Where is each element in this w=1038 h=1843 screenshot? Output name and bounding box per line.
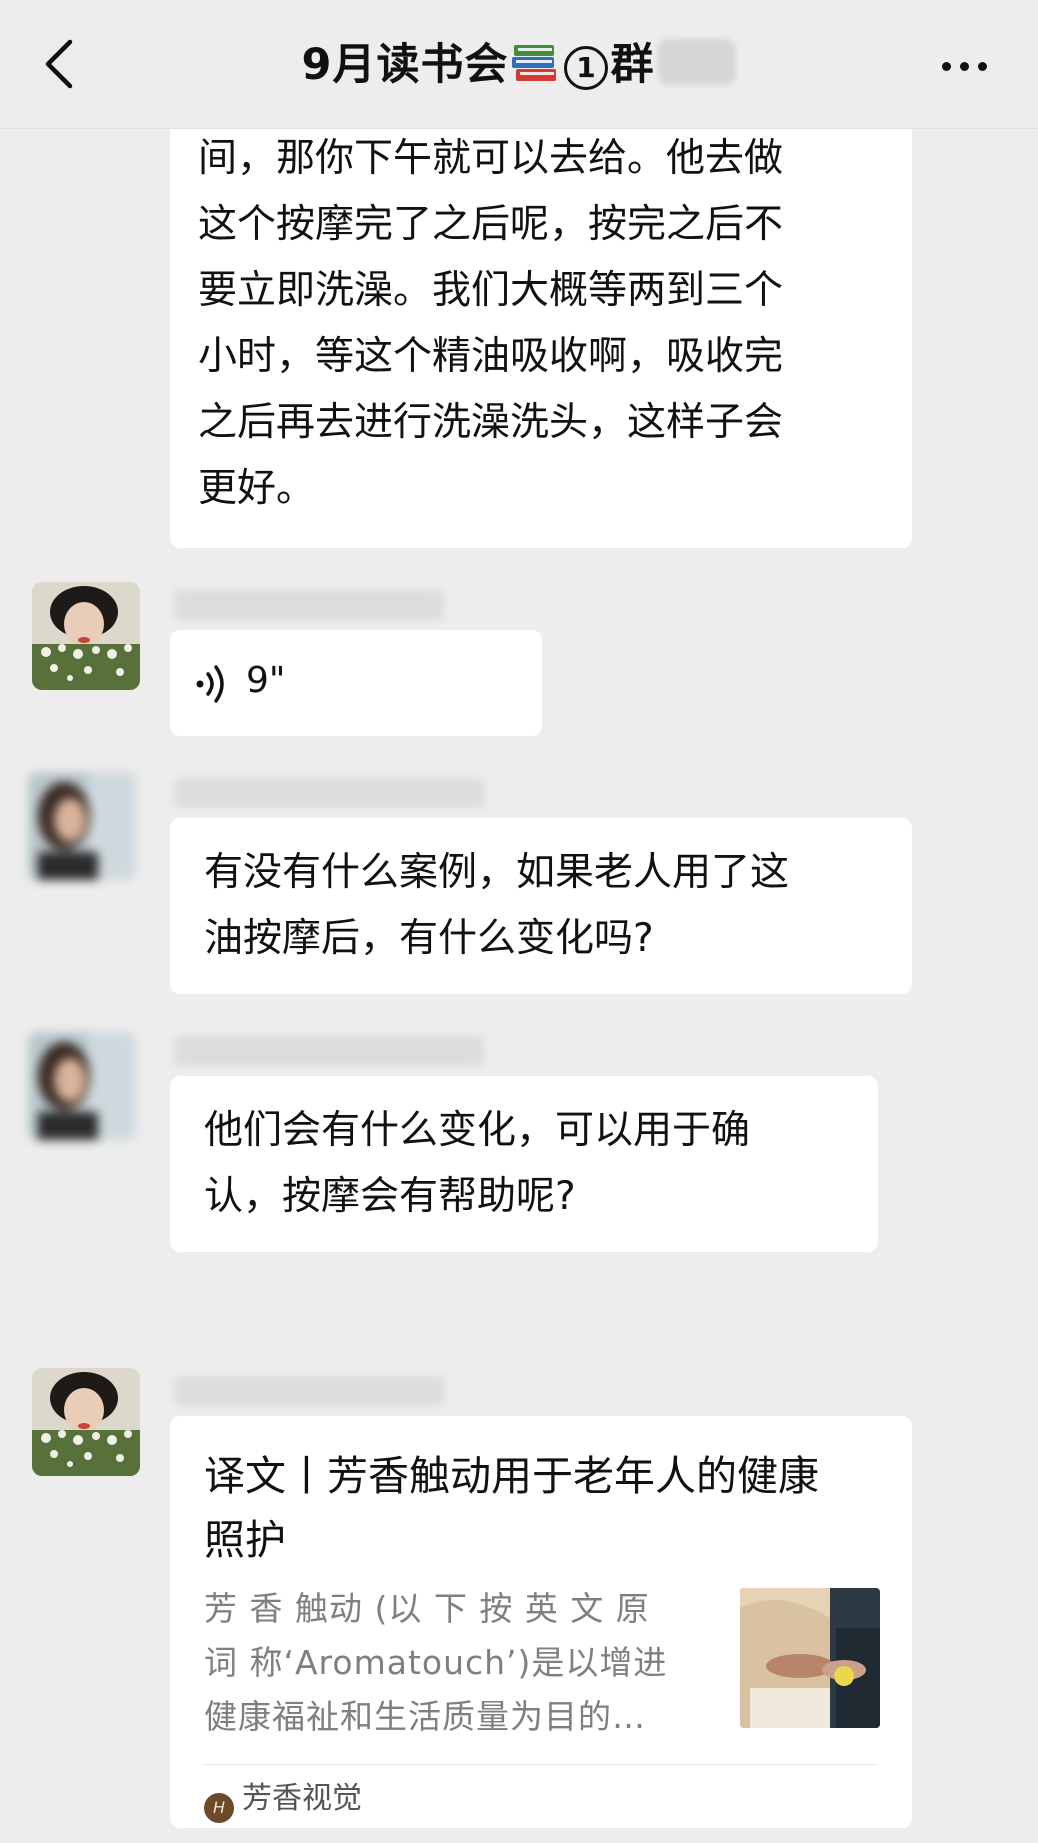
chat-title-suffix: 群 [610, 40, 655, 90]
nickname-blurred [174, 590, 444, 620]
message-line: 之后再去进行洗澡洗头，这样子会 [198, 400, 784, 445]
chat-title: 9月读书会 1群 [0, 30, 1038, 96]
voice-message[interactable]: 9" [170, 630, 542, 736]
nickname-blurred [174, 1036, 484, 1066]
card-source: H 芳香视觉 [204, 1772, 362, 1826]
message-line: 他们会有什么变化，可以用于确 [204, 1108, 751, 1153]
message-line: 这个按摩完了之后呢，按完之后不 [198, 202, 784, 247]
nickname-blurred [174, 778, 484, 808]
message-line: 更好。 [198, 466, 316, 511]
card-desc-line: 词 称‘Aromatouch’)是以增进 [204, 1643, 668, 1682]
message-line: 间，那你下午就可以去给。他去做 [198, 136, 784, 181]
message-line: 要立即洗澡。我们大概等两到三个 [198, 268, 784, 313]
avatar[interactable] [32, 582, 140, 690]
message-bubble[interactable]: 有没有什么案例，如果老人用了这 油按摩后，有什么变化吗? [170, 818, 912, 994]
member-count-blurred [658, 39, 737, 85]
card-desc-line: 健康福祉和生活质量为目的… [204, 1697, 646, 1736]
circled-number: 1 [564, 46, 609, 90]
nickname-blurred [174, 1376, 444, 1406]
card-description: 芳 香 触动 (以 下 按 英 文 原 词 称‘Aromatouch’)是以增进… [204, 1582, 674, 1744]
more-icon [942, 62, 951, 71]
avatar[interactable] [32, 1368, 140, 1476]
message-bubble[interactable]: 他们会有什么变化，可以用于确 认，按摩会有帮助呢? [170, 1076, 878, 1252]
card-divider [204, 1764, 878, 1765]
books-icon [510, 37, 560, 96]
card-title-line: 照护 [204, 1516, 286, 1564]
voice-duration: 9" [246, 660, 286, 701]
message-bubble[interactable]: 间，那你下午就可以去给。他去做 这个按摩完了之后呢，按完之后不 要立即洗澡。我们… [170, 100, 912, 548]
source-logo-icon: H [204, 1793, 234, 1823]
chat-header: 9月读书会 1群 [0, 0, 1038, 129]
card-source-name: 芳香视觉 [242, 1781, 362, 1816]
message-line: 认，按摩会有帮助呢? [204, 1174, 576, 1219]
avatar[interactable] [28, 772, 136, 880]
avatar[interactable] [28, 1032, 136, 1140]
card-thumbnail [740, 1588, 880, 1728]
message-line: 油按摩后，有什么变化吗? [204, 916, 654, 961]
card-title-line: 译文丨芳香触动用于老年人的健康 [204, 1452, 819, 1500]
chat-title-text: 9月读书会 [301, 40, 509, 90]
voice-wave-icon [196, 665, 224, 703]
card-desc-line: 芳 香 触动 (以 下 按 英 文 原 [204, 1589, 650, 1628]
message-line: 小时，等这个精油吸收啊，吸收完 [198, 334, 784, 379]
card-title: 译文丨芳香触动用于老年人的健康 照护 [204, 1444, 884, 1572]
more-button[interactable] [942, 56, 1002, 72]
article-card[interactable]: 译文丨芳香触动用于老年人的健康 照护 芳 香 触动 (以 下 按 英 文 原 词… [170, 1416, 912, 1828]
message-line: 有没有什么案例，如果老人用了这 [204, 850, 790, 895]
